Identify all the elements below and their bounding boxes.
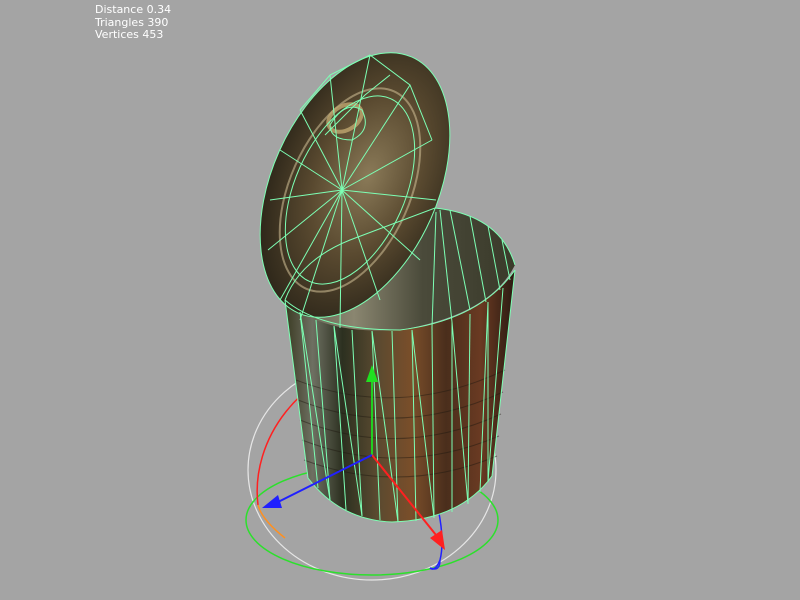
gizmo-x-arrowhead[interactable] [430, 530, 445, 550]
gizmo-z-arrowhead[interactable] [262, 495, 282, 508]
scene-render[interactable] [0, 0, 800, 600]
3d-viewport[interactable]: Distance 0.34 Triangles 390 Vertices 453 [0, 0, 800, 600]
